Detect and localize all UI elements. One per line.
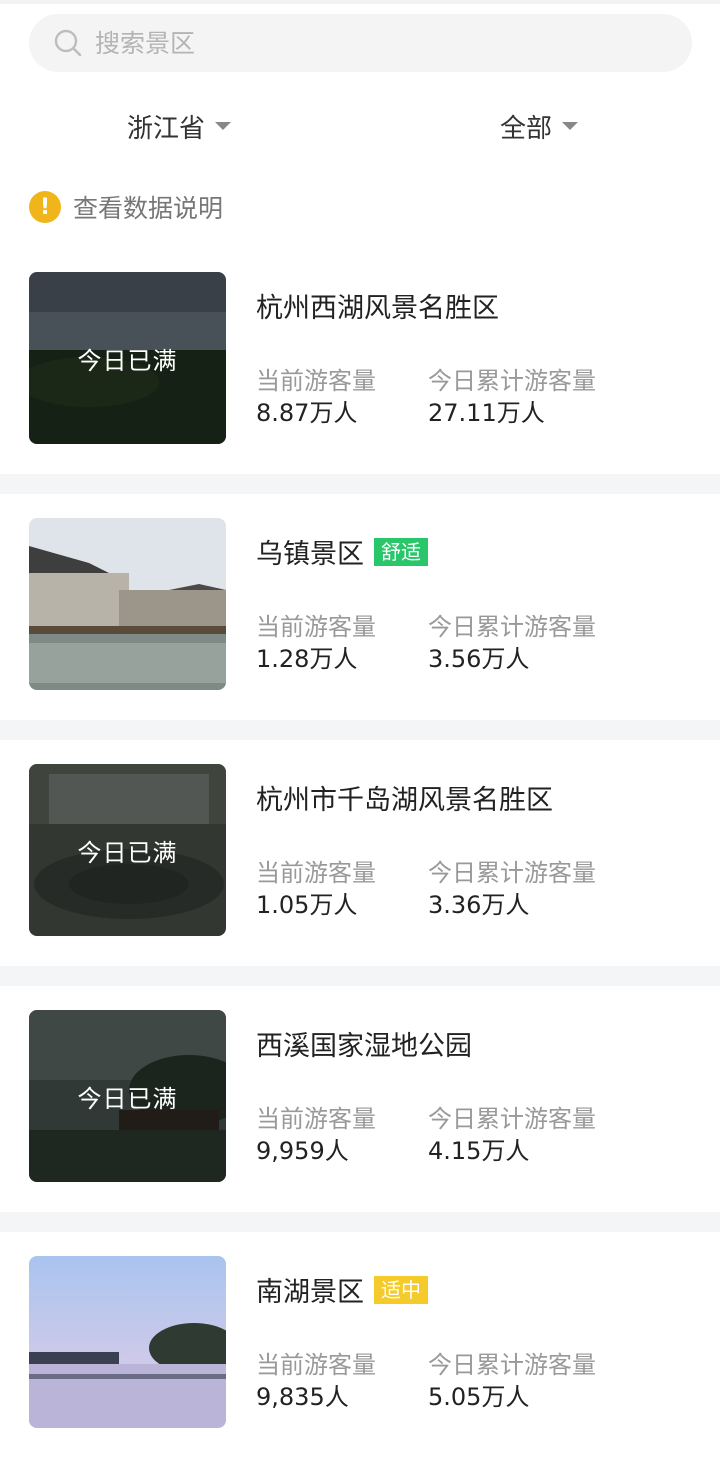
divider — [0, 1212, 720, 1232]
current-value: 9,835人 — [256, 1383, 349, 1411]
full-overlay: 今日已满 — [29, 272, 226, 444]
scenic-card[interactable]: 乌镇景区 舒适 当前游客量 1.28万人 今日累计游客量 3.56万人 — [0, 494, 720, 720]
type-filter-label: 全部 — [500, 113, 553, 144]
type-filter[interactable]: 全部 — [500, 104, 579, 148]
current-label: 当前游客量 — [256, 613, 376, 641]
scenic-card[interactable]: 今日已满 杭州市千岛湖风景名胜区 当前游客量 1.05万人 今日累计游客量 3.… — [0, 740, 720, 966]
divider — [0, 474, 720, 494]
province-filter[interactable]: 浙江省 — [127, 104, 232, 148]
current-label: 当前游客量 — [256, 1351, 376, 1379]
total-value: 27.11万人 — [428, 399, 545, 427]
current-label: 当前游客量 — [256, 367, 376, 395]
search-bar[interactable] — [29, 14, 692, 72]
scenic-name: 杭州市千岛湖风景名胜区 — [256, 785, 553, 816]
current-value: 1.28万人 — [256, 645, 358, 673]
divider — [0, 720, 720, 740]
data-notice-link[interactable]: ! 查看数据说明 — [29, 186, 223, 228]
total-value: 5.05万人 — [428, 1383, 530, 1411]
total-label: 今日累计游客量 — [428, 367, 596, 395]
total-value: 3.56万人 — [428, 645, 530, 673]
exclamation-icon: ! — [29, 191, 61, 223]
full-overlay: 今日已满 — [29, 1010, 226, 1182]
search-icon — [54, 29, 82, 57]
current-label: 当前游客量 — [256, 1105, 376, 1133]
scenic-thumbnail: 今日已满 — [29, 1010, 226, 1182]
chevron-down-icon — [215, 122, 232, 130]
scenic-name: 杭州西湖风景名胜区 — [256, 293, 499, 324]
scenic-list: 今日已满 杭州西湖风景名胜区 当前游客量 8.87万人 今日累计游客量 27.1… — [0, 248, 720, 1458]
scenic-thumbnail — [29, 1256, 226, 1428]
scenic-thumbnail: 今日已满 — [29, 764, 226, 936]
scenic-name: 南湖景区 — [256, 1277, 364, 1308]
scenic-card[interactable]: 今日已满 杭州西湖风景名胜区 当前游客量 8.87万人 今日累计游客量 27.1… — [0, 248, 720, 474]
current-value: 8.87万人 — [256, 399, 358, 427]
scenic-card[interactable]: 南湖景区 适中 当前游客量 9,835人 今日累计游客量 5.05万人 — [0, 1232, 720, 1458]
scenic-card[interactable]: 今日已满 西溪国家湿地公园 当前游客量 9,959人 今日累计游客量 4.15万… — [0, 986, 720, 1212]
total-label: 今日累计游客量 — [428, 1105, 596, 1133]
notice-label: 查看数据说明 — [73, 194, 224, 223]
status-badge: 舒适 — [374, 537, 428, 566]
status-badge: 适中 — [374, 1275, 428, 1304]
divider — [0, 966, 720, 986]
total-value: 3.36万人 — [428, 891, 530, 919]
full-overlay: 今日已满 — [29, 764, 226, 936]
chevron-down-icon — [562, 122, 579, 130]
top-divider — [0, 0, 720, 4]
scenic-name: 西溪国家湿地公园 — [256, 1031, 472, 1062]
current-value: 9,959人 — [256, 1137, 349, 1165]
total-label: 今日累计游客量 — [428, 859, 596, 887]
total-label: 今日累计游客量 — [428, 1351, 596, 1379]
current-value: 1.05万人 — [256, 891, 358, 919]
search-input[interactable] — [95, 28, 615, 58]
current-label: 当前游客量 — [256, 859, 376, 887]
total-value: 4.15万人 — [428, 1137, 530, 1165]
province-filter-label: 浙江省 — [127, 113, 206, 144]
scenic-thumbnail — [29, 518, 226, 690]
total-label: 今日累计游客量 — [428, 613, 596, 641]
scenic-name: 乌镇景区 — [256, 539, 364, 570]
scenic-thumbnail: 今日已满 — [29, 272, 226, 444]
